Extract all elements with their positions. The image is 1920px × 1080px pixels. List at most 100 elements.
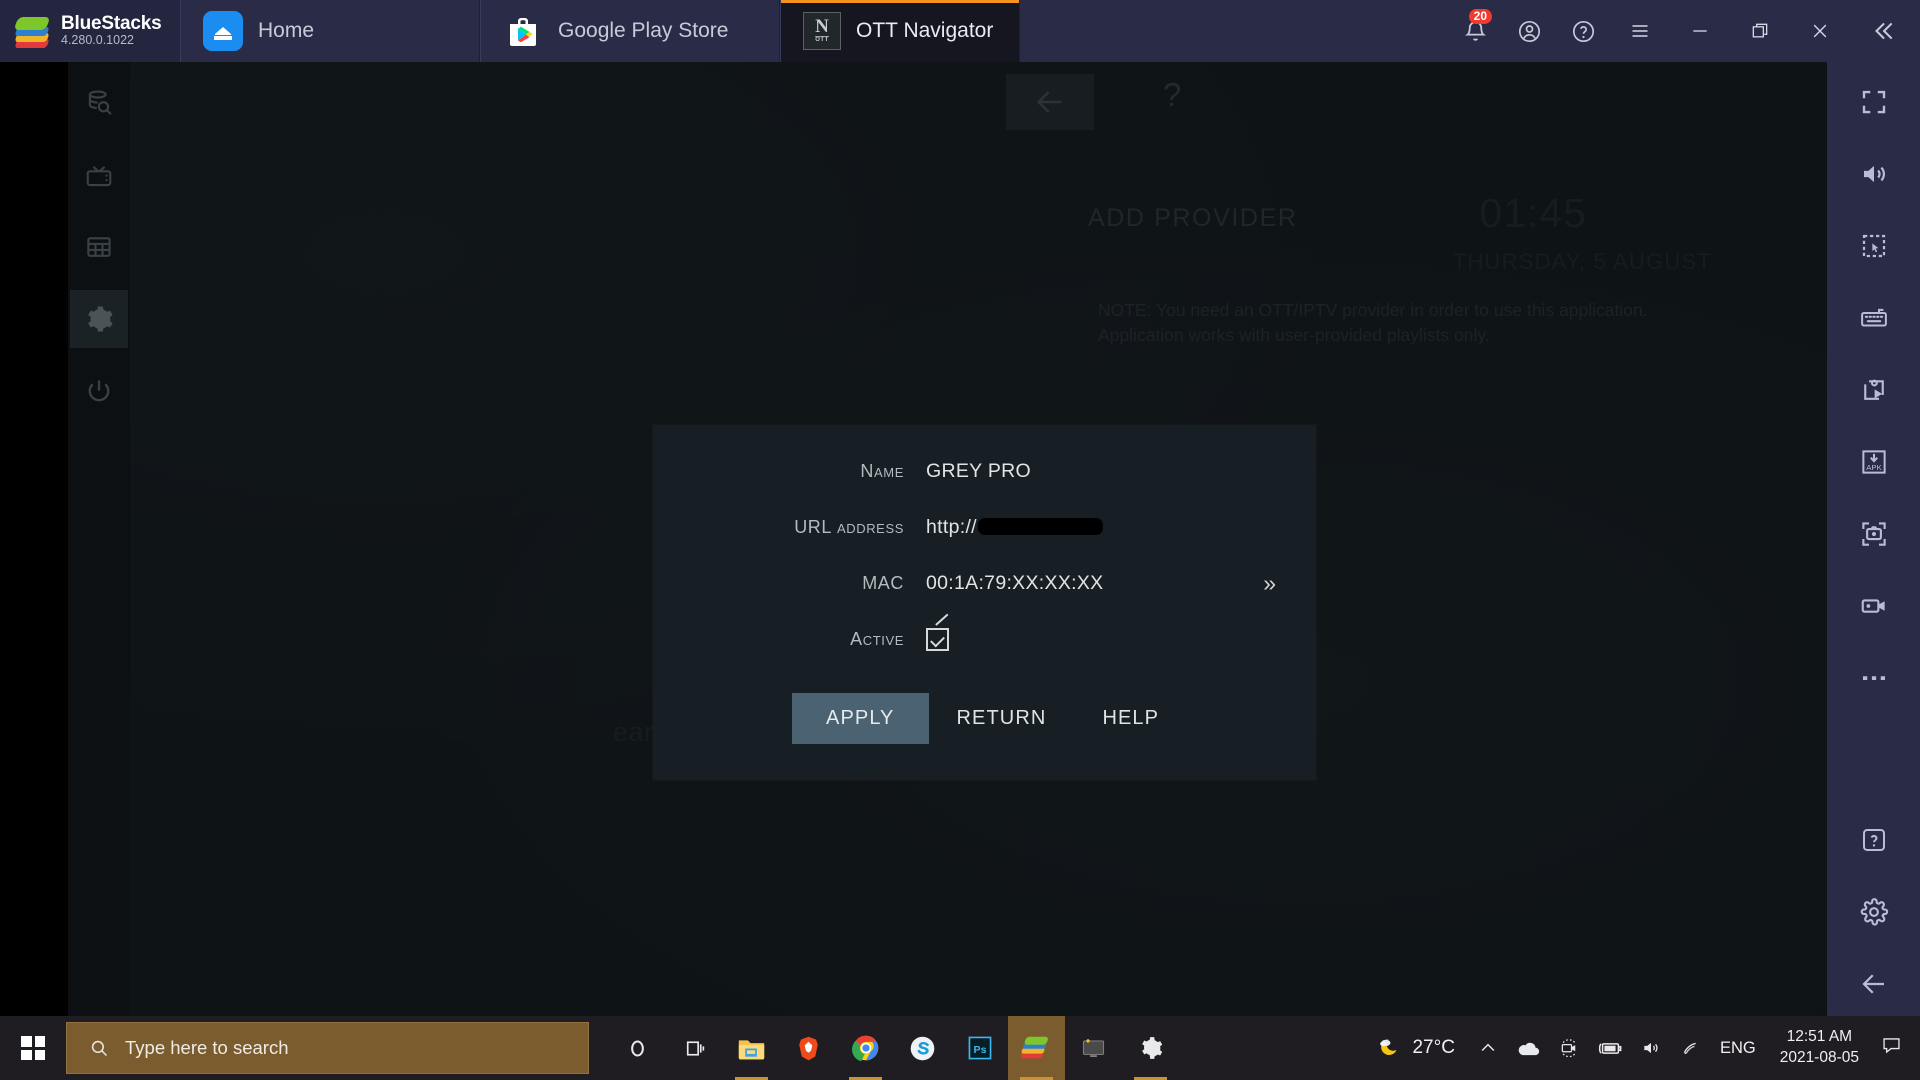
restore-icon[interactable] [1732,0,1788,62]
back-button[interactable] [1006,74,1094,130]
start-button[interactable] [0,1016,66,1080]
tab-ott-navigator-label: OTT Navigator [856,19,994,42]
fullscreen-icon[interactable] [1839,70,1909,134]
brand-version: 4.280.0.1022 [61,33,134,48]
google-play-icon [503,11,543,51]
field-value-url[interactable]: http:// [926,516,1103,539]
tab-strip: Home Google Play Store NOTT OTT Navigato… [180,0,1021,62]
onedrive-icon[interactable] [1507,1016,1550,1080]
display-settings-icon[interactable] [1065,1016,1122,1080]
screen-note: NOTE: You need an OTT/IPTV provider in o… [1098,300,1648,346]
minimize-icon[interactable] [1672,0,1728,62]
svg-text:Ps: Ps [973,1044,986,1056]
brand-name: BlueStacks [61,13,162,35]
screen-help-icon[interactable]: ? [1163,76,1181,114]
tv-icon[interactable] [70,146,128,204]
ott-navigator-icon: N OTT [803,12,841,50]
field-row-mac: MAC 00:1A:79:XX:XX:XX » [653,555,1316,611]
return-button[interactable]: RETURN [929,693,1075,744]
windows-logo-icon [21,1036,45,1060]
field-row-active: Active [653,611,1316,667]
search-placeholder: Type here to search [125,1037,289,1058]
task-view-icon[interactable] [666,1016,723,1080]
search-input[interactable]: Type here to search [66,1022,589,1074]
moon-cloud-icon[interactable] [1368,1016,1412,1080]
apply-button[interactable]: APPLY [792,693,929,744]
notifications-icon[interactable]: 20 [1450,0,1500,62]
power-icon[interactable] [70,362,128,420]
field-label-mac: MAC [862,572,904,593]
url-prefix: http:// [926,515,977,538]
volume-icon[interactable] [1632,1016,1670,1080]
notification-badge: 20 [1468,9,1492,24]
photoshop-icon[interactable]: Ps [951,1016,1008,1080]
account-icon[interactable] [1504,0,1554,62]
field-row-name: Name GREY PRO [653,443,1316,499]
macro-recorder-icon[interactable] [1839,358,1909,422]
home-icon [203,11,243,51]
file-explorer-icon[interactable] [723,1016,780,1080]
field-label-url: URL address [794,516,904,537]
more-options-icon[interactable] [1839,646,1909,710]
cortana-icon[interactable] [609,1016,666,1080]
android-screen: ? ADD PROVIDER NOTE: You need an OTT/IPT… [68,62,1827,1016]
help-icon[interactable] [1558,0,1608,62]
field-label-name: Name [860,460,904,481]
sidebar-settings-icon[interactable] [1839,880,1909,944]
search-icon [91,1040,108,1057]
chevron-up-icon[interactable] [1469,1016,1507,1080]
field-value-mac[interactable]: 00:1A:79:XX:XX:XX [926,572,1103,595]
app-date: THURSDAY, 5 AUGUST [1452,249,1712,274]
active-checkbox[interactable] [926,627,949,651]
sidebar-back-icon[interactable] [1839,952,1909,1016]
tab-home-label: Home [258,19,315,42]
bluestacks-brand: BlueStacks 4.280.0.1022 [0,0,180,62]
sidebar-help-icon[interactable] [1839,808,1909,872]
bluestacks-icon[interactable] [1008,1016,1065,1080]
volume-icon[interactable] [1839,142,1909,206]
grid-icon[interactable] [70,218,128,276]
language-indicator[interactable]: ENG [1708,1039,1768,1058]
battery-charging-icon[interactable] [1588,1016,1632,1080]
app-clock: 01:45 [1479,190,1587,236]
screenshot-icon[interactable] [1839,502,1909,566]
screen-root: BlueStacks 4.280.0.1022 Home Google Play… [0,0,1920,1080]
emulator-stage: ? ADD PROVIDER NOTE: You need an OTT/IPT… [0,62,1827,1016]
collapse-sidebar-icon[interactable] [1852,0,1914,62]
taskbar-apps: Ps [609,1016,1179,1080]
install-apk-icon[interactable]: APK [1839,430,1909,494]
action-center-icon[interactable] [1871,1035,1916,1061]
windows-taskbar: Type here to search Ps 27°C ENG 12:51 AM… [0,1016,1920,1080]
tab-ott-navigator[interactable]: N OTT OTT Navigator [780,0,1021,62]
dialog-button-row: APPLY RETURN HELP [653,693,1316,744]
field-label-active: Active [850,628,904,649]
svg-text:APK: APK [1866,463,1882,472]
add-provider-dialog: Name GREY PRO URL address http:// MAC 00… [653,425,1316,780]
bluestacks-logo-icon [13,14,52,48]
temperature-label: 27°C [1412,1037,1455,1058]
wifi-icon[interactable] [1670,1016,1708,1080]
close-icon[interactable] [1792,0,1848,62]
settings-gear-icon[interactable] [1122,1016,1179,1080]
tab-google-play-store[interactable]: Google Play Store [480,0,780,62]
help-button[interactable]: HELP [1074,693,1187,744]
clock-date: 2021-08-05 [1779,1049,1859,1066]
titlebar-actions: 20 [1450,0,1920,62]
settings-gear-icon[interactable] [70,290,128,348]
search-database-icon[interactable] [70,74,128,132]
brave-browser-icon[interactable] [780,1016,837,1080]
field-value-name[interactable]: GREY PRO [926,460,1031,483]
tab-home[interactable]: Home [180,0,480,62]
google-chrome-icon[interactable] [837,1016,894,1080]
keyboard-controls-icon[interactable] [1839,286,1909,350]
record-video-icon[interactable] [1839,574,1909,638]
field-row-url: URL address http:// [653,499,1316,555]
bluestacks-sidebar: APK [1827,62,1920,1016]
menu-icon[interactable] [1612,0,1668,62]
skype-icon[interactable] [894,1016,951,1080]
region-select-icon[interactable] [1839,214,1909,278]
camera-icon[interactable] [1550,1016,1588,1080]
chevron-right-icon[interactable]: » [1263,571,1276,595]
bluestacks-titlebar: BlueStacks 4.280.0.1022 Home Google Play… [0,0,1920,62]
taskbar-clock[interactable]: 12:51 AM 2021-08-05 [1768,1027,1871,1069]
